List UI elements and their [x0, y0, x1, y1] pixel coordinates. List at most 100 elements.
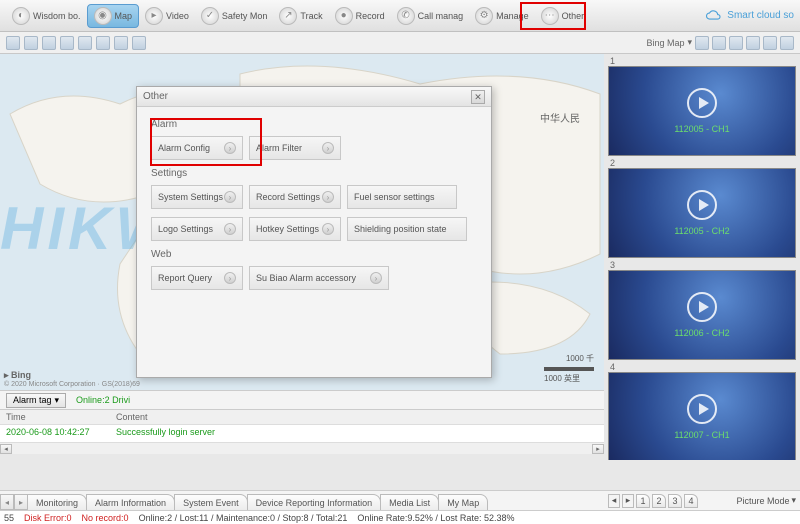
picture-mode-button[interactable]: Picture Mode: [736, 496, 789, 506]
pic-nav-right[interactable]: ▸: [622, 494, 634, 508]
col-content: Content: [110, 410, 154, 424]
topbtn-safety[interactable]: ✓Safety Mon: [195, 5, 274, 27]
topbtn-track[interactable]: ↗Track: [273, 5, 328, 27]
tab-device-reporting[interactable]: Device Reporting Information: [247, 494, 382, 510]
tab-media-list[interactable]: Media List: [380, 494, 439, 510]
map-source-select[interactable]: Bing Map: [646, 38, 684, 48]
logo-settings-button[interactable]: Logo Settings›: [151, 217, 243, 241]
tab-monitoring[interactable]: Monitoring: [27, 494, 87, 510]
chevron-right-icon: ›: [322, 142, 334, 154]
tab-my-map[interactable]: My Map: [438, 494, 488, 510]
tab-alarm-info[interactable]: Alarm Information: [86, 494, 175, 510]
play-icon: [687, 190, 717, 220]
below-map: Alarm tag ▾ Online:2 Drivi TimeContent 2…: [0, 390, 604, 454]
chevron-down-icon: ▾: [55, 395, 60, 406]
close-icon[interactable]: ✕: [471, 90, 485, 104]
topbtn-record[interactable]: ●Record: [329, 5, 391, 27]
chevron-right-icon: ›: [224, 191, 236, 203]
other-dialog: Other ✕ Alarm Alarm Config› Alarm Filter…: [136, 86, 492, 378]
alarm-filter-button[interactable]: Alarm Filter›: [249, 136, 341, 160]
phone-icon: ✆: [397, 7, 415, 25]
log-table: TimeContent 2020-06-08 10:42:27Successfu…: [0, 410, 604, 442]
map-china-label: 中华人民: [540, 110, 580, 125]
layers-icon[interactable]: [42, 36, 56, 50]
online-count: Online:2 Drivi: [76, 395, 130, 405]
hotkey-settings-button[interactable]: Hotkey Settings›: [249, 217, 341, 241]
chevron-right-icon: ›: [370, 272, 382, 284]
thumb-3[interactable]: 3112006 - CH2: [608, 260, 796, 360]
chevron-right-icon: ›: [322, 223, 334, 235]
mute-icon[interactable]: [746, 36, 760, 50]
shielding-button[interactable]: Shielding position state: [347, 217, 467, 241]
status-bar: 55 Disk Error:0 No record:0 Online:2 / L…: [0, 510, 800, 524]
thumb-1[interactable]: 1112005 - CH1: [608, 56, 796, 156]
grid2-icon[interactable]: [712, 36, 726, 50]
alarm-config-button[interactable]: Alarm Config›: [151, 136, 243, 160]
play-icon: [687, 394, 717, 424]
fullscreen-icon[interactable]: [78, 36, 92, 50]
thumb-4[interactable]: 4112007 - CH1: [608, 362, 796, 460]
section-web: Web: [151, 249, 477, 260]
grid1-icon[interactable]: [695, 36, 709, 50]
su-biao-button[interactable]: Su Biao Alarm accessory›: [249, 266, 389, 290]
ruler-icon[interactable]: [96, 36, 110, 50]
page-4[interactable]: 4: [684, 494, 698, 508]
status-no-record: No record:0: [82, 513, 129, 523]
report-query-button[interactable]: Report Query›: [151, 266, 243, 290]
status-counts: Online:2 / Lost:11 / Maintenance:0 / Sto…: [139, 513, 348, 523]
expand-icon[interactable]: [780, 36, 794, 50]
page-2[interactable]: 2: [652, 494, 666, 508]
scroll-left-icon[interactable]: ◂: [0, 444, 12, 454]
topbtn-other[interactable]: ⋯Other: [535, 5, 591, 27]
play-icon: [687, 88, 717, 118]
h-scrollbar[interactable]: ◂ ▸: [0, 442, 604, 454]
map-scale: 1000 千 1000 英里: [544, 353, 594, 384]
record-icon: ●: [335, 7, 353, 25]
zoom-icon[interactable]: [132, 36, 146, 50]
chevron-right-icon: ›: [224, 223, 236, 235]
thumb-2[interactable]: 2112005 - CH2: [608, 158, 796, 258]
tab-nav-left[interactable]: ◂: [0, 494, 14, 510]
chevron-right-icon: ›: [322, 191, 334, 203]
log-row[interactable]: 2020-06-08 10:42:27Successfully login se…: [0, 425, 604, 439]
chevron-down-icon: ▾: [791, 495, 796, 506]
topbtn-video[interactable]: ▸Video: [139, 5, 195, 27]
col-time: Time: [0, 410, 110, 424]
dialog-title: Other: [143, 91, 168, 102]
record-mini-icon[interactable]: [763, 36, 777, 50]
search-icon[interactable]: [114, 36, 128, 50]
fuel-sensor-button[interactable]: Fuel sensor settings: [347, 185, 457, 209]
page-3[interactable]: 3: [668, 494, 682, 508]
topbtn-wisdom[interactable]: ◐Wisdom bo.: [6, 5, 87, 27]
gear-icon: ⚙: [475, 7, 493, 25]
system-settings-button[interactable]: System Settings›: [151, 185, 243, 209]
topbtn-call[interactable]: ✆Call manag: [391, 5, 470, 27]
rect-icon[interactable]: [60, 36, 74, 50]
scroll-right-icon[interactable]: ▸: [592, 444, 604, 454]
status-disk-error: Disk Error:0: [24, 513, 72, 523]
tab-nav-right[interactable]: ▸: [14, 494, 28, 510]
status-left-num: 55: [4, 513, 14, 523]
map-canvas[interactable]: 中华人民 HIKWAY ▸ Bing © 2020 Microsoft Corp…: [0, 54, 604, 390]
picture-nav: ◂ ▸ 1 2 3 4 Picture Mode ▾: [604, 490, 800, 510]
pin-icon[interactable]: [24, 36, 38, 50]
map-toolbar: Bing Map▾: [0, 32, 800, 54]
camera-icon[interactable]: [729, 36, 743, 50]
chevron-right-icon: ›: [224, 272, 236, 284]
refresh-icon[interactable]: [6, 36, 20, 50]
alarm-tag-row: Alarm tag ▾ Online:2 Drivi: [0, 390, 604, 410]
dialog-titlebar[interactable]: Other ✕: [137, 87, 491, 107]
record-settings-button[interactable]: Record Settings›: [249, 185, 341, 209]
map-icon: ◉: [94, 7, 112, 25]
globe-icon: ◐: [12, 7, 30, 25]
page-1[interactable]: 1: [636, 494, 650, 508]
bottom-tabs: ◂ ▸ Monitoring Alarm Information System …: [0, 490, 604, 510]
pic-nav-left[interactable]: ◂: [608, 494, 620, 508]
topbtn-map[interactable]: ◉Map: [87, 4, 140, 28]
topbtn-manage[interactable]: ⚙Manage: [469, 5, 535, 27]
tab-system-event[interactable]: System Event: [174, 494, 248, 510]
chevron-right-icon: ›: [224, 142, 236, 154]
alarm-tag-dropdown[interactable]: Alarm tag ▾: [6, 393, 66, 408]
cloud-icon: [705, 10, 723, 22]
video-icon: ▸: [145, 7, 163, 25]
